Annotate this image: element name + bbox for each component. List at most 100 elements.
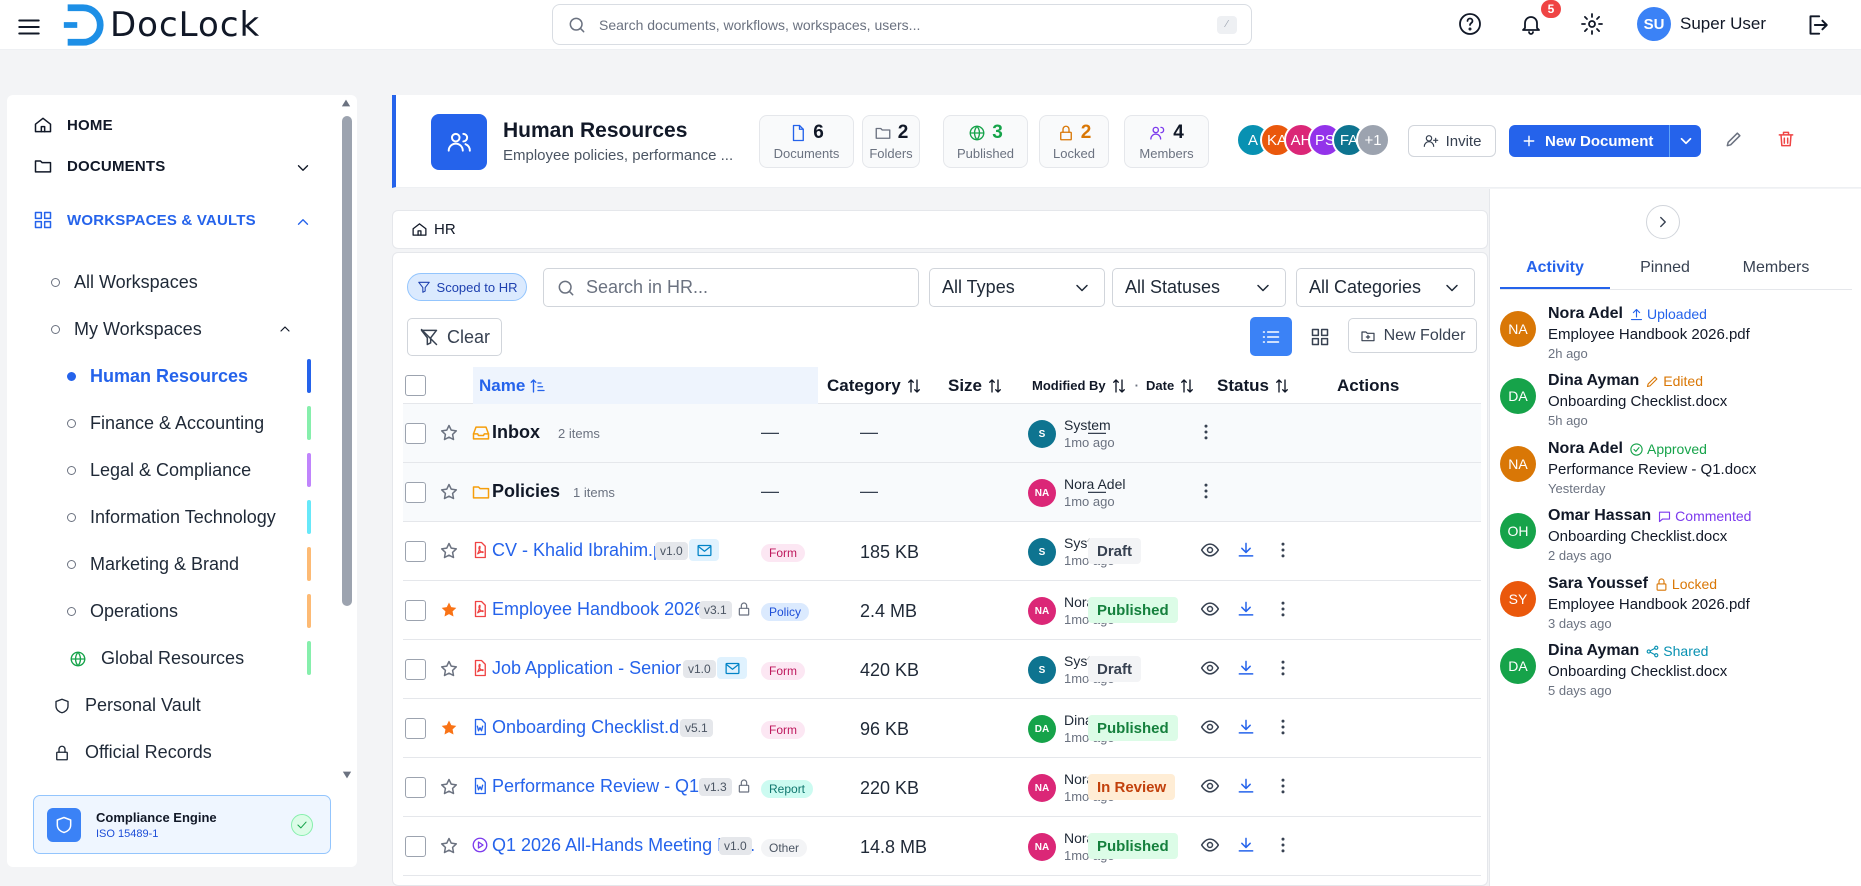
star-filled-icon[interactable]: [439, 718, 459, 738]
new-document-main[interactable]: New Document: [1509, 125, 1669, 157]
list-view-button[interactable]: [1250, 317, 1292, 356]
compliance-engine-card[interactable]: Compliance Engine ISO 15489-1: [33, 795, 331, 854]
row-checkbox[interactable]: [405, 659, 426, 680]
folder-name[interactable]: Inbox: [492, 422, 540, 443]
file-name[interactable]: Onboarding Checklist.docx: [492, 717, 707, 738]
download-icon[interactable]: [1236, 717, 1256, 737]
eye-icon[interactable]: [1200, 599, 1220, 619]
sidebar-item-workspaces[interactable]: WORKSPACES & VAULTS: [33, 210, 256, 230]
name-column-header[interactable]: Name: [479, 367, 547, 404]
row-checkbox[interactable]: [405, 600, 426, 621]
scroll-down-icon[interactable]: [341, 770, 353, 780]
activity-item[interactable]: OH Omar Hassan Commented Onboarding Chec…: [1500, 507, 1852, 573]
file-name[interactable]: Performance Review - Q1.d...: [492, 776, 729, 797]
sidebar-item-marketing[interactable]: Marketing & Brand: [67, 554, 239, 575]
eye-icon[interactable]: [1200, 717, 1220, 737]
activity-file[interactable]: Employee Handbook 2026.pdf: [1548, 326, 1750, 343]
file-name[interactable]: Employee Handbook 2026....: [492, 599, 724, 620]
file-name[interactable]: Job Application - Senior ...: [492, 658, 701, 679]
activity-file[interactable]: Onboarding Checklist.docx: [1548, 393, 1727, 410]
chevron-down-icon[interactable]: [294, 159, 312, 177]
more-vertical-icon[interactable]: [1196, 481, 1216, 501]
trash-icon[interactable]: [1776, 129, 1796, 149]
new-document-dropdown[interactable]: [1669, 125, 1701, 157]
more-vertical-icon[interactable]: [1273, 599, 1293, 619]
star-filled-icon[interactable]: [439, 600, 459, 620]
table-row[interactable]: Performance Review - Q1.d... v1.3 Report…: [403, 758, 1481, 817]
activity-file[interactable]: Employee Handbook 2026.pdf: [1548, 596, 1750, 613]
clear-filters-button[interactable]: Clear: [407, 318, 502, 356]
sidebar-item-home[interactable]: HOME: [33, 115, 113, 135]
download-icon[interactable]: [1236, 658, 1256, 678]
chevron-up-icon[interactable]: [294, 213, 312, 231]
status-select[interactable]: All Statuses: [1112, 268, 1286, 307]
grid-view-button[interactable]: [1299, 317, 1341, 356]
more-vertical-icon[interactable]: [1273, 776, 1293, 796]
category-column-header[interactable]: Category: [827, 367, 923, 404]
tab-activity[interactable]: Activity: [1500, 259, 1610, 289]
more-members-avatar[interactable]: +1: [1356, 123, 1390, 157]
row-checkbox[interactable]: [405, 482, 426, 503]
invite-button[interactable]: Invite: [1408, 125, 1496, 157]
select-all-checkbox[interactable]: [405, 375, 426, 396]
eye-icon[interactable]: [1200, 776, 1220, 796]
sidebar-item-operations[interactable]: Operations: [67, 601, 178, 622]
row-checkbox[interactable]: [405, 777, 426, 798]
sidebar-scroll-thumb[interactable]: [342, 116, 352, 606]
global-search-input[interactable]: Search documents, workflows, workspaces,…: [552, 4, 1252, 45]
table-row[interactable]: Policies 1 items — — NA Nora Adel 1mo ag…: [403, 463, 1481, 522]
eye-icon[interactable]: [1200, 835, 1220, 855]
home-icon[interactable]: [411, 221, 428, 238]
table-row[interactable]: Job Application - Senior ... v1.0 Form 4…: [403, 640, 1481, 699]
gear-icon[interactable]: [1580, 12, 1604, 36]
tab-pinned[interactable]: Pinned: [1610, 259, 1720, 287]
chevron-up-icon[interactable]: [277, 321, 293, 337]
tab-members[interactable]: Members: [1721, 259, 1831, 287]
logout-icon[interactable]: [1804, 12, 1830, 38]
table-row[interactable]: Inbox 2 items — — S System 1mo ago —: [403, 404, 1481, 463]
sidebar-item-human-resources[interactable]: Human Resources: [67, 366, 248, 387]
file-name[interactable]: Q1 2026 All-Hands Meeting Re...: [492, 835, 755, 856]
download-icon[interactable]: [1236, 599, 1256, 619]
activity-file[interactable]: Onboarding Checklist.docx: [1548, 663, 1727, 680]
star-icon[interactable]: [439, 659, 459, 679]
activity-item[interactable]: NA Nora Adel Uploaded Employee Handbook …: [1500, 305, 1852, 371]
status-column-header[interactable]: Status: [1217, 367, 1291, 404]
activity-file[interactable]: Performance Review - Q1.docx: [1548, 461, 1756, 478]
more-vertical-icon[interactable]: [1273, 658, 1293, 678]
folder-name[interactable]: Policies: [492, 481, 560, 502]
scroll-up-icon[interactable]: [340, 98, 352, 108]
activity-item[interactable]: SY Sara Youssef Locked Employee Handbook…: [1500, 575, 1852, 641]
app-logo[interactable]: DocLock: [60, 2, 260, 48]
header-label[interactable]: Date: [1146, 378, 1174, 393]
new-document-button[interactable]: New Document: [1509, 125, 1701, 157]
sidebar-item-all-workspaces[interactable]: All Workspaces: [51, 272, 198, 293]
activity-item[interactable]: DA Dina Ayman Edited Onboarding Checklis…: [1500, 372, 1852, 438]
sidebar-item-my-workspaces[interactable]: My Workspaces: [51, 319, 202, 340]
scoped-badge[interactable]: Scoped to HR: [407, 273, 527, 301]
table-row[interactable]: Onboarding Checklist.docx v5.1 Form 96 K…: [403, 699, 1481, 758]
row-checkbox[interactable]: [405, 836, 426, 857]
modified-by-column-header[interactable]: Modified By · Date: [1032, 367, 1196, 404]
menu-icon[interactable]: [16, 14, 42, 40]
pencil-icon[interactable]: [1724, 129, 1744, 149]
download-icon[interactable]: [1236, 540, 1256, 560]
activity-item[interactable]: NA Nora Adel Approved Performance Review…: [1500, 440, 1852, 506]
activity-item[interactable]: DA Dina Ayman Shared Onboarding Checklis…: [1500, 642, 1852, 708]
help-icon[interactable]: [1458, 12, 1482, 36]
sidebar-item-documents[interactable]: DOCUMENTS: [33, 156, 165, 176]
more-vertical-icon[interactable]: [1273, 717, 1293, 737]
download-icon[interactable]: [1236, 776, 1256, 796]
download-icon[interactable]: [1236, 835, 1256, 855]
size-column-header[interactable]: Size: [948, 367, 1004, 404]
collapse-panel-button[interactable]: [1646, 205, 1680, 239]
row-checkbox[interactable]: [405, 541, 426, 562]
star-icon[interactable]: [439, 482, 459, 502]
sidebar-item-it[interactable]: Information Technology: [67, 507, 276, 528]
sidebar-item-legal[interactable]: Legal & Compliance: [67, 460, 251, 481]
new-folder-button[interactable]: New Folder: [1348, 318, 1477, 353]
table-row[interactable]: Employee Handbook 2026.... v3.1 Policy 2…: [403, 581, 1481, 640]
star-icon[interactable]: [439, 423, 459, 443]
activity-file[interactable]: Onboarding Checklist.docx: [1548, 528, 1727, 545]
category-select[interactable]: All Categories: [1296, 268, 1475, 307]
